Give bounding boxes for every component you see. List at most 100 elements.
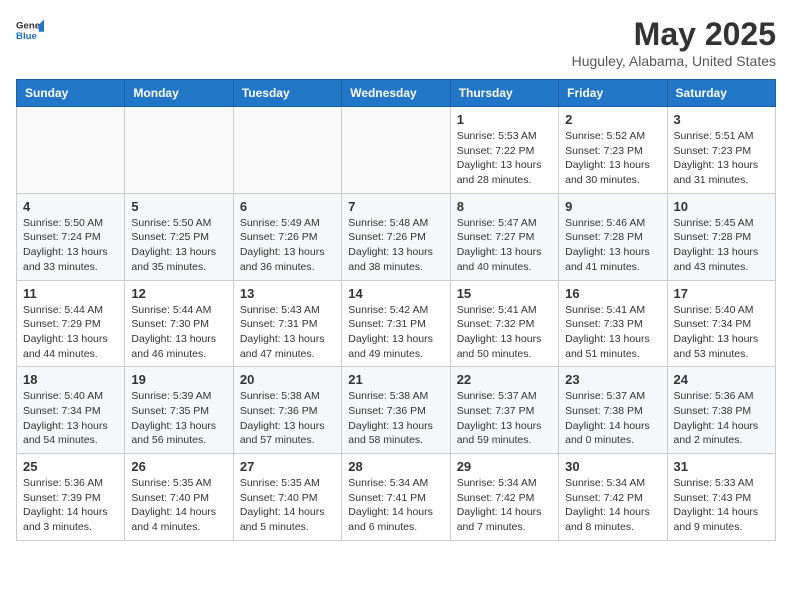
day-info: Sunrise: 5:34 AM Sunset: 7:42 PM Dayligh… [457, 476, 552, 535]
calendar-cell: 30 Sunrise: 5:34 AM Sunset: 7:42 PM Dayli… [559, 454, 667, 541]
calendar-cell: 27 Sunrise: 5:35 AM Sunset: 7:40 PM Dayli… [233, 454, 341, 541]
day-info: Sunrise: 5:33 AM Sunset: 7:43 PM Dayligh… [674, 476, 769, 535]
calendar-cell [125, 107, 233, 194]
calendar-cell: 15Sunrise: 5:41 AM Sunset: 7:32 PM Dayli… [450, 280, 558, 367]
day-info: Sunrise: 5:49 AM Sunset: 7:26 PM Dayligh… [240, 216, 335, 275]
calendar-week-5: 25 Sunrise: 5:36 AM Sunset: 7:39 PM Dayli… [17, 454, 776, 541]
day-number: 28 [348, 459, 443, 474]
calendar-cell: 14 Sunrise: 5:42 AM Sunset: 7:31 PM Dayli… [342, 280, 450, 367]
month-title: May 2025 [572, 16, 776, 53]
day-number: 31 [674, 459, 769, 474]
day-number: 3 [674, 112, 769, 127]
day-info: Sunrise: 5:40 AM Sunset: 7:34 PM Dayligh… [674, 303, 769, 362]
day-number: 16 [565, 286, 660, 301]
day-number: 11 [23, 286, 118, 301]
day-info: Sunrise: 5:51 AM Sunset: 7:23 PM Dayligh… [674, 129, 769, 188]
calendar-cell: 28 Sunrise: 5:34 AM Sunset: 7:41 PM Dayli… [342, 454, 450, 541]
day-info: Sunrise: 5:53 AM Sunset: 7:22 PM Dayligh… [457, 129, 552, 188]
weekday-header-saturday: Saturday [667, 80, 775, 107]
day-info: Sunrise: 5:46 AM Sunset: 7:28 PM Dayligh… [565, 216, 660, 275]
day-info: Sunrise: 5:37 AM Sunset: 7:37 PM Dayligh… [457, 389, 552, 448]
day-number: 29 [457, 459, 552, 474]
day-number: 10 [674, 199, 769, 214]
day-number: 8 [457, 199, 552, 214]
day-info: Sunrise: 5:36 AM Sunset: 7:39 PM Dayligh… [23, 476, 118, 535]
calendar-cell: 18 Sunrise: 5:40 AM Sunset: 7:34 PM Dayli… [17, 367, 125, 454]
day-number: 21 [348, 372, 443, 387]
calendar-cell: 24Sunrise: 5:36 AM Sunset: 7:38 PM Dayli… [667, 367, 775, 454]
day-number: 26 [131, 459, 226, 474]
day-number: 6 [240, 199, 335, 214]
day-number: 19 [131, 372, 226, 387]
day-info: Sunrise: 5:35 AM Sunset: 7:40 PM Dayligh… [131, 476, 226, 535]
day-info: Sunrise: 5:38 AM Sunset: 7:36 PM Dayligh… [348, 389, 443, 448]
calendar-cell: 23 Sunrise: 5:37 AM Sunset: 7:38 PM Dayli… [559, 367, 667, 454]
calendar-cell: 19Sunrise: 5:39 AM Sunset: 7:35 PM Dayli… [125, 367, 233, 454]
day-info: Sunrise: 5:38 AM Sunset: 7:36 PM Dayligh… [240, 389, 335, 448]
day-info: Sunrise: 5:47 AM Sunset: 7:27 PM Dayligh… [457, 216, 552, 275]
day-number: 15 [457, 286, 552, 301]
weekday-header-thursday: Thursday [450, 80, 558, 107]
day-number: 25 [23, 459, 118, 474]
calendar-cell: 29 Sunrise: 5:34 AM Sunset: 7:42 PM Dayli… [450, 454, 558, 541]
day-number: 27 [240, 459, 335, 474]
day-info: Sunrise: 5:48 AM Sunset: 7:26 PM Dayligh… [348, 216, 443, 275]
logo-icon: General Blue [16, 16, 44, 44]
calendar-cell: 7 Sunrise: 5:48 AM Sunset: 7:26 PM Daylig… [342, 193, 450, 280]
day-number: 22 [457, 372, 552, 387]
day-number: 17 [674, 286, 769, 301]
day-info: Sunrise: 5:44 AM Sunset: 7:29 PM Dayligh… [23, 303, 118, 362]
page-header: General Blue May 2025 Huguley, Alabama, … [16, 16, 776, 69]
day-number: 18 [23, 372, 118, 387]
calendar-week-1: 1 Sunrise: 5:53 AM Sunset: 7:22 PM Daylig… [17, 107, 776, 194]
day-number: 12 [131, 286, 226, 301]
calendar-cell [342, 107, 450, 194]
day-info: Sunrise: 5:34 AM Sunset: 7:42 PM Dayligh… [565, 476, 660, 535]
day-number: 13 [240, 286, 335, 301]
logo: General Blue [16, 16, 44, 44]
calendar-cell: 22 Sunrise: 5:37 AM Sunset: 7:37 PM Dayli… [450, 367, 558, 454]
calendar-cell: 17 Sunrise: 5:40 AM Sunset: 7:34 PM Dayli… [667, 280, 775, 367]
calendar-week-3: 11 Sunrise: 5:44 AM Sunset: 7:29 PM Dayli… [17, 280, 776, 367]
calendar-cell: 5 Sunrise: 5:50 AM Sunset: 7:25 PM Daylig… [125, 193, 233, 280]
calendar-cell: 26 Sunrise: 5:35 AM Sunset: 7:40 PM Dayli… [125, 454, 233, 541]
day-info: Sunrise: 5:41 AM Sunset: 7:33 PM Dayligh… [565, 303, 660, 362]
day-number: 4 [23, 199, 118, 214]
day-number: 23 [565, 372, 660, 387]
day-info: Sunrise: 5:52 AM Sunset: 7:23 PM Dayligh… [565, 129, 660, 188]
day-info: Sunrise: 5:37 AM Sunset: 7:38 PM Dayligh… [565, 389, 660, 448]
day-number: 1 [457, 112, 552, 127]
day-number: 30 [565, 459, 660, 474]
location: Huguley, Alabama, United States [572, 53, 776, 69]
day-number: 2 [565, 112, 660, 127]
calendar-cell: 6 Sunrise: 5:49 AM Sunset: 7:26 PM Daylig… [233, 193, 341, 280]
day-info: Sunrise: 5:42 AM Sunset: 7:31 PM Dayligh… [348, 303, 443, 362]
day-number: 5 [131, 199, 226, 214]
day-info: Sunrise: 5:44 AM Sunset: 7:30 PM Dayligh… [131, 303, 226, 362]
day-info: Sunrise: 5:50 AM Sunset: 7:25 PM Dayligh… [131, 216, 226, 275]
calendar-cell: 20 Sunrise: 5:38 AM Sunset: 7:36 PM Dayli… [233, 367, 341, 454]
day-info: Sunrise: 5:34 AM Sunset: 7:41 PM Dayligh… [348, 476, 443, 535]
calendar-cell [17, 107, 125, 194]
calendar-cell: 9 Sunrise: 5:46 AM Sunset: 7:28 PM Daylig… [559, 193, 667, 280]
day-info: Sunrise: 5:35 AM Sunset: 7:40 PM Dayligh… [240, 476, 335, 535]
calendar-cell [233, 107, 341, 194]
calendar-week-4: 18 Sunrise: 5:40 AM Sunset: 7:34 PM Dayli… [17, 367, 776, 454]
calendar-cell: 11 Sunrise: 5:44 AM Sunset: 7:29 PM Dayli… [17, 280, 125, 367]
day-number: 14 [348, 286, 443, 301]
day-number: 9 [565, 199, 660, 214]
calendar-cell: 3 Sunrise: 5:51 AM Sunset: 7:23 PM Daylig… [667, 107, 775, 194]
day-info: Sunrise: 5:45 AM Sunset: 7:28 PM Dayligh… [674, 216, 769, 275]
calendar-cell: 12 Sunrise: 5:44 AM Sunset: 7:30 PM Dayli… [125, 280, 233, 367]
svg-text:Blue: Blue [16, 31, 37, 42]
calendar-cell: 4Sunrise: 5:50 AM Sunset: 7:24 PM Daylig… [17, 193, 125, 280]
day-number: 20 [240, 372, 335, 387]
calendar-cell: 13Sunrise: 5:43 AM Sunset: 7:31 PM Dayli… [233, 280, 341, 367]
day-number: 7 [348, 199, 443, 214]
calendar-week-2: 4Sunrise: 5:50 AM Sunset: 7:24 PM Daylig… [17, 193, 776, 280]
calendar-cell: 31 Sunrise: 5:33 AM Sunset: 7:43 PM Dayli… [667, 454, 775, 541]
weekday-header-monday: Monday [125, 80, 233, 107]
weekday-header-tuesday: Tuesday [233, 80, 341, 107]
calendar-cell: 1 Sunrise: 5:53 AM Sunset: 7:22 PM Daylig… [450, 107, 558, 194]
day-info: Sunrise: 5:40 AM Sunset: 7:34 PM Dayligh… [23, 389, 118, 448]
